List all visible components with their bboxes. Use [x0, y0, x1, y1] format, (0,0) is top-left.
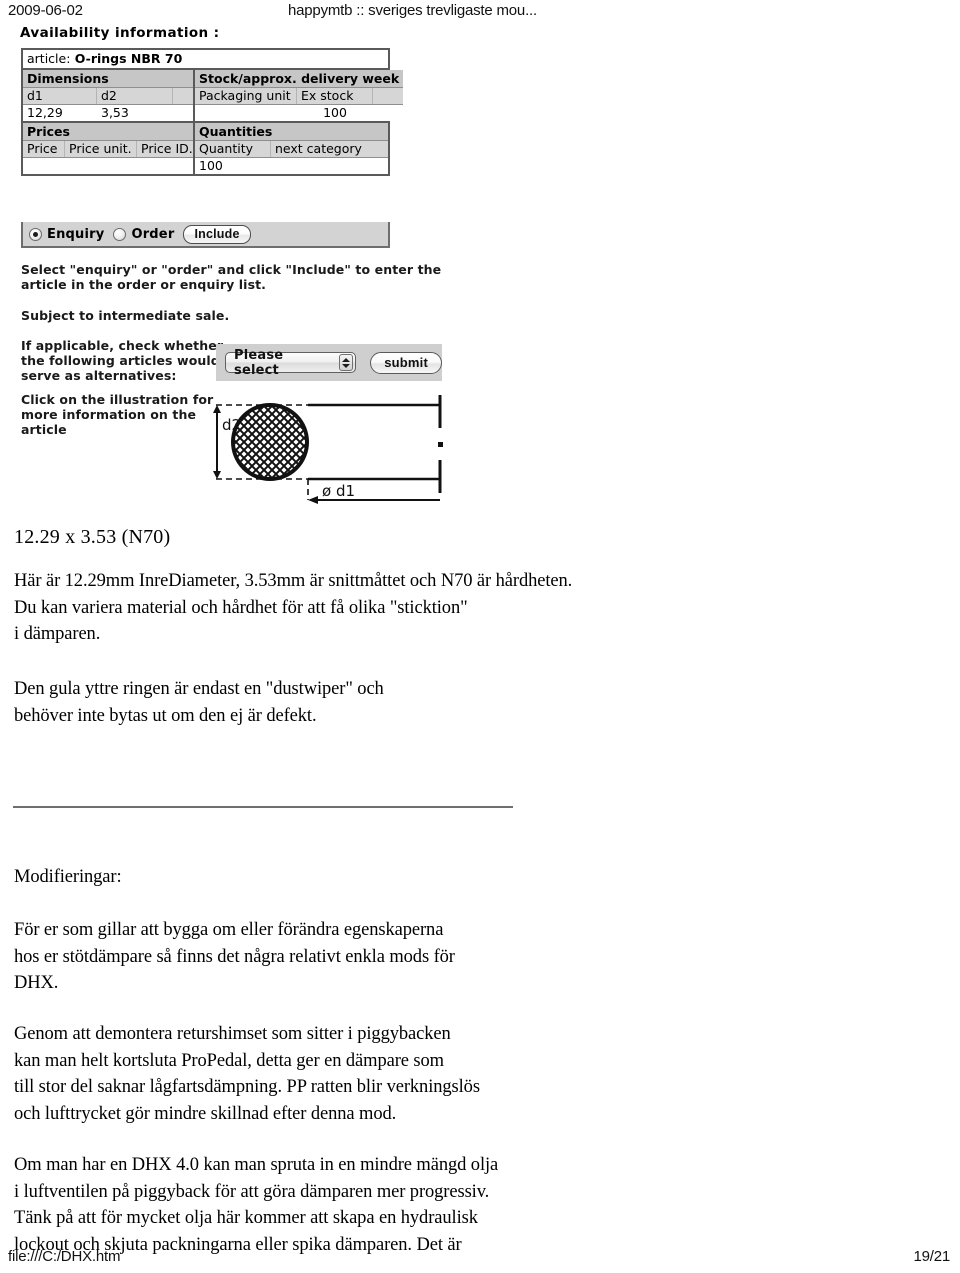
- quantities-column-headers: Quantity next category: [195, 141, 388, 158]
- dimensions-column-headers: d1 d2: [23, 88, 193, 105]
- value-d2: 3,53: [101, 105, 129, 120]
- value-price-unit: [65, 158, 137, 174]
- article-availability-table: article: O-rings NBR 70 Dimensions d1 d2…: [21, 48, 404, 176]
- paragraph-mod-oil: Om man har en DHX 4.0 kan man spruta in …: [14, 1155, 499, 1255]
- paragraph-description: Här är 12.29mm InreDiameter, 3.53mm är s…: [14, 571, 573, 644]
- value-stock-extra: [373, 105, 385, 121]
- alternatives-select[interactable]: Please select: [225, 348, 357, 378]
- column-header-price-id: Price ID.: [141, 141, 193, 156]
- radio-enquiry[interactable]: [29, 227, 42, 241]
- value-price: [23, 158, 65, 174]
- value-packaging-unit: [195, 105, 297, 121]
- page-footer: file:///C:/DHX.htm 19/21: [0, 1248, 960, 1270]
- quantities-pane: Quantities Quantity next category 100: [195, 123, 388, 174]
- help-text-include: Select "enquiry" or "order" and click "I…: [21, 262, 442, 292]
- article-title-row: article: O-rings NBR 70: [23, 50, 388, 70]
- help-text-intermediate-sale: Subject to intermediate sale.: [21, 308, 230, 323]
- column-header-next-category: next category: [275, 141, 362, 156]
- footer-page-number: 19/21: [913, 1248, 950, 1265]
- radio-order[interactable]: [113, 227, 127, 241]
- stock-group-header: Stock/approx. delivery week: [195, 70, 404, 88]
- d1-label: ø d1: [322, 482, 355, 500]
- quantities-value-row: 100: [195, 158, 388, 174]
- availability-screenshot: Availability information : article: O-ri…: [0, 22, 520, 504]
- column-header-d1: d1: [23, 88, 97, 104]
- value-dim-extra: [173, 105, 193, 121]
- paragraph-dustwiper: Den gula yttre ringen är endast en "dust…: [14, 679, 384, 726]
- prices-column-headers: Price Price unit. Price ID.: [23, 141, 193, 158]
- value-d1: 12,29: [27, 105, 63, 120]
- column-header-ex-stock: Ex stock: [297, 88, 373, 104]
- column-header-packaging-unit: Packaging unit: [195, 88, 297, 104]
- value-next-category: [271, 158, 381, 174]
- oring-cross-section: [231, 403, 309, 481]
- chevron-down-icon: [341, 363, 350, 368]
- column-header-d2: d2: [97, 88, 173, 104]
- section-divider: [13, 806, 513, 808]
- help-text-illustration: Click on the illustration for more infor…: [21, 392, 214, 437]
- include-button[interactable]: Include: [183, 224, 251, 244]
- stock-pane: Stock/approx. delivery week Packaging un…: [195, 70, 404, 121]
- radio-enquiry-label: Enquiry: [47, 226, 105, 242]
- d2-arrow-down-icon: [213, 471, 221, 479]
- value-price-id: [137, 158, 193, 174]
- d1-arrow-left-icon: [308, 496, 318, 504]
- stock-value-row: 100: [195, 105, 404, 121]
- column-header-dim-extra: [173, 88, 193, 104]
- chevron-up-icon: [341, 357, 350, 362]
- oring-illustration-svg[interactable]: d2 ø d1: [200, 390, 460, 512]
- column-header-price-unit: Price unit.: [65, 141, 137, 157]
- alternatives-select-strip: Please select submit: [216, 344, 442, 381]
- column-header-price: Price: [23, 141, 65, 157]
- column-header-stock-extra: [373, 88, 385, 104]
- dimensions-stock-row: Dimensions d1 d2 12,29 3,53 Stock/approx…: [23, 70, 404, 123]
- paragraph-mod-intro: För er som gillar att bygga om eller för…: [14, 920, 455, 993]
- prices-quantities-row: Prices Price Price unit. Price ID. Quant…: [23, 123, 388, 174]
- prices-group-header: Prices: [23, 123, 193, 141]
- availability-information-label: Availability information :: [20, 25, 220, 41]
- help-text-alternatives: If applicable, check whether the followi…: [21, 338, 224, 383]
- alternatives-select-value: Please select: [234, 347, 284, 378]
- size-heading: 12.29 x 3.53 (N70): [14, 526, 171, 548]
- dimensions-value-row: 12,29 3,53: [23, 105, 193, 121]
- stock-column-headers: Packaging unit Ex stock: [195, 88, 404, 105]
- footer-file-path: file:///C:/DHX.htm: [8, 1248, 121, 1265]
- column-header-quantity: Quantity: [195, 141, 271, 157]
- dimensions-pane: Dimensions d1 d2 12,29 3,53: [23, 70, 195, 121]
- value-ex-stock: 100: [323, 105, 347, 120]
- article-label: article:: [27, 51, 71, 66]
- header-site-title: happymtb :: sveriges trevligaste mou...: [288, 2, 537, 19]
- select-stepper-icon[interactable]: [338, 354, 354, 371]
- enquiry-order-toolbar: Enquiry Order Include: [21, 222, 390, 248]
- header-date: 2009-06-02: [8, 2, 83, 19]
- modifications-heading: Modifieringar:: [14, 867, 122, 887]
- value-quantity: 100: [199, 158, 223, 173]
- oring-illustration[interactable]: d2 ø d1: [200, 390, 460, 512]
- dimensions-group-header: Dimensions: [23, 70, 193, 88]
- prices-pane: Prices Price Price unit. Price ID.: [23, 123, 195, 174]
- radio-order-label: Order: [131, 226, 175, 242]
- submit-button[interactable]: submit: [370, 351, 442, 374]
- d2-arrow-up-icon: [213, 405, 221, 413]
- paragraph-mod-shim: Genom att demontera returshimset som sit…: [14, 1024, 480, 1124]
- center-dot: [438, 442, 443, 447]
- quantities-group-header: Quantities: [195, 123, 388, 141]
- page-header: 2009-06-02 happymtb :: sveriges trevliga…: [0, 2, 960, 22]
- article-name: O-rings NBR 70: [74, 51, 183, 66]
- prices-value-row: [23, 158, 193, 174]
